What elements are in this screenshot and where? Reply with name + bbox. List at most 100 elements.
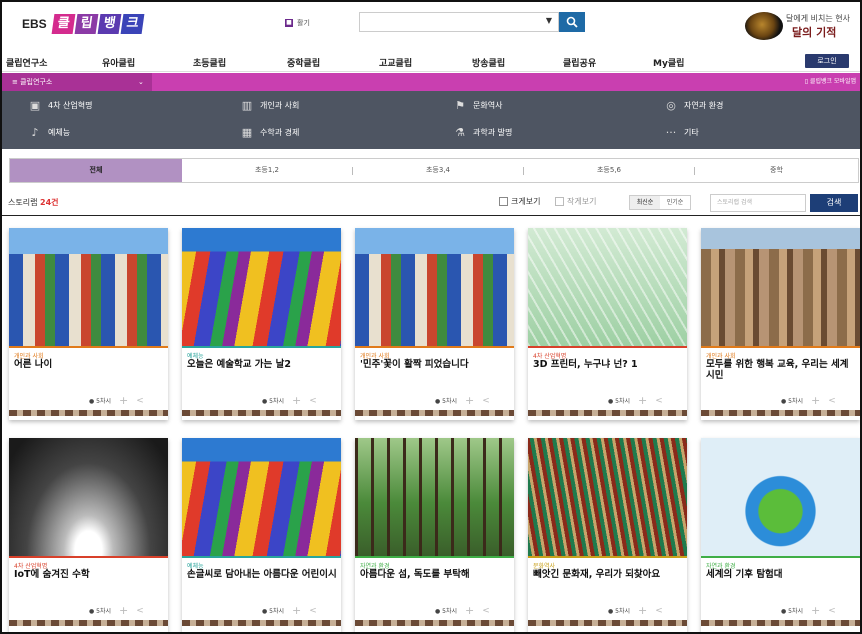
sort-latest-button[interactable]: 최신순 bbox=[630, 196, 660, 209]
category-selector[interactable]: ≡ 클립연구소 ⌄ bbox=[2, 73, 152, 91]
card-lessons-label: 5차시 bbox=[442, 398, 458, 405]
add-icon[interactable]: + bbox=[465, 394, 474, 407]
menu-icon: ≡ bbox=[12, 78, 21, 86]
nav-item-clip-lab[interactable]: 클립연구소 bbox=[6, 56, 47, 69]
card-thumbnail[interactable] bbox=[182, 438, 341, 556]
card-title[interactable]: 모두를 위한 행복 교육, 우리는 세계시민 bbox=[706, 359, 856, 381]
add-icon[interactable]: + bbox=[811, 604, 820, 617]
story-card[interactable]: 예체능 오늘은 예술학교 가는 날2 ● 5차시 + < bbox=[182, 228, 341, 420]
login-button[interactable]: 로그인 bbox=[805, 54, 849, 68]
globe-icon: ◎ bbox=[666, 99, 676, 112]
story-card[interactable]: 개인과 사회 모두를 위한 행복 교육, 우리는 세계시민 ● 5차시 + < bbox=[701, 228, 860, 420]
search-input[interactable]: ▼ bbox=[359, 12, 559, 32]
card-thumbnail[interactable] bbox=[701, 228, 860, 346]
card-title[interactable]: 빼앗긴 문화재, 우리가 되찾아요 bbox=[533, 569, 683, 580]
tab-all[interactable]: 전체 bbox=[10, 159, 182, 182]
card-lessons-label: 5차시 bbox=[442, 608, 458, 615]
share-icon[interactable]: < bbox=[309, 606, 317, 616]
story-search-button[interactable]: 검색 bbox=[810, 194, 858, 212]
add-icon[interactable]: + bbox=[811, 394, 820, 407]
share-icon[interactable]: < bbox=[482, 396, 490, 406]
story-card[interactable]: 자연과 환경 세계의 기후 탐험대 ● 5차시 + < bbox=[701, 438, 860, 632]
card-thumbnail[interactable] bbox=[355, 438, 514, 556]
card-bottom-strip bbox=[182, 620, 341, 626]
category-item-society[interactable]: ▥ 개인과 사회 bbox=[240, 99, 300, 112]
add-icon[interactable]: + bbox=[119, 604, 128, 617]
promo-title[interactable]: 달의 기적 bbox=[792, 24, 836, 40]
story-card[interactable]: 4차 산업혁명 3D 프린터, 누구냐 넌? 1 ● 5차시 + < bbox=[528, 228, 687, 420]
chevron-down-icon: ⌄ bbox=[138, 78, 144, 86]
story-card[interactable]: 개인과 사회 '민주'꽃이 활짝 피었습니다 ● 5차시 + < bbox=[355, 228, 514, 420]
nav-item-share[interactable]: 클립공유 bbox=[563, 56, 596, 69]
card-title[interactable]: 3D 프린터, 누구냐 넌? 1 bbox=[533, 359, 683, 370]
category-label: 개인과 사회 bbox=[260, 101, 300, 110]
share-icon[interactable]: < bbox=[136, 396, 144, 406]
small-view-toggle[interactable]: 작게보기 bbox=[555, 196, 596, 207]
card-thumbnail[interactable] bbox=[701, 438, 860, 556]
category-item-etc[interactable]: ··· 기타 bbox=[664, 126, 699, 139]
story-card[interactable]: 자연과 환경 아름다운 섬, 독도를 부탁해 ● 5차시 + < bbox=[355, 438, 514, 632]
category-item-science[interactable]: ⚗ 과학과 발명 bbox=[453, 126, 512, 139]
card-title[interactable]: 오늘은 예술학교 가는 날2 bbox=[187, 359, 337, 370]
search-dropdown-caret-icon[interactable]: ▼ bbox=[546, 16, 552, 25]
card-bottom-strip bbox=[528, 620, 687, 626]
card-lessons: ● 5차시 bbox=[608, 606, 630, 615]
card-bottom-strip bbox=[355, 410, 514, 416]
category-item-4th-industry[interactable]: ▣ 4차 산업혁명 bbox=[28, 99, 93, 112]
add-icon[interactable]: + bbox=[465, 604, 474, 617]
tab-elem-1-2[interactable]: 초등1,2 bbox=[182, 159, 352, 182]
share-icon[interactable]: < bbox=[136, 606, 144, 616]
card-bottom-strip bbox=[182, 410, 341, 416]
nav-item-broadcast[interactable]: 방송클립 bbox=[472, 56, 505, 69]
card-title[interactable]: '민주'꽃이 활짝 피었습니다 bbox=[360, 359, 510, 370]
category-item-nature[interactable]: ◎ 자연과 환경 bbox=[664, 99, 723, 112]
card-title[interactable]: 어른 나이 bbox=[14, 359, 164, 370]
large-grid-icon bbox=[499, 197, 508, 206]
tab-elem-5-6[interactable]: 초등5,6 bbox=[524, 159, 694, 182]
story-card[interactable]: 예체능 손글씨로 담아내는 아름다운 어린이시 ● 5차시 + < bbox=[182, 438, 341, 632]
card-title[interactable]: 세계의 기후 탐험대 bbox=[706, 569, 856, 580]
story-card[interactable]: 개인과 사회 어른 나이 ● 5차시 + < bbox=[9, 228, 168, 420]
search-button[interactable] bbox=[559, 12, 585, 32]
share-icon[interactable]: < bbox=[655, 606, 663, 616]
tab-middle[interactable]: 중학 bbox=[695, 159, 858, 182]
share-icon[interactable]: < bbox=[828, 606, 836, 616]
add-icon[interactable]: + bbox=[119, 394, 128, 407]
share-icon[interactable]: < bbox=[828, 396, 836, 406]
nav-item-my-clip[interactable]: My클립 bbox=[653, 56, 684, 69]
add-icon[interactable]: + bbox=[292, 394, 301, 407]
guide-link[interactable]: ■ 활기 bbox=[285, 18, 310, 28]
story-card[interactable]: 4차 산업혁명 IoT에 숨겨진 수학 ● 5차시 + < bbox=[9, 438, 168, 632]
mobile-app-link[interactable]: ▯ 클립뱅크 모바일앱 bbox=[805, 73, 856, 91]
nav-item-middle[interactable]: 중학클립 bbox=[287, 56, 320, 69]
card-title[interactable]: 손글씨로 담아내는 아름다운 어린이시 bbox=[187, 569, 337, 580]
category-item-arts[interactable]: ♪ 예체능 bbox=[28, 126, 70, 139]
share-icon[interactable]: < bbox=[655, 396, 663, 406]
card-thumbnail[interactable] bbox=[528, 228, 687, 346]
card-title[interactable]: 아름다운 섬, 독도를 부탁해 bbox=[360, 569, 510, 580]
nav-item-preschool[interactable]: 유아클립 bbox=[102, 56, 135, 69]
add-icon[interactable]: + bbox=[292, 604, 301, 617]
card-thumbnail[interactable] bbox=[528, 438, 687, 556]
card-thumbnail[interactable] bbox=[182, 228, 341, 346]
large-view-toggle[interactable]: 크게보기 bbox=[499, 196, 540, 207]
card-thumbnail[interactable] bbox=[9, 438, 168, 556]
promo-moon-image[interactable] bbox=[745, 12, 783, 40]
share-icon[interactable]: < bbox=[482, 606, 490, 616]
add-icon[interactable]: + bbox=[638, 394, 647, 407]
story-search-input[interactable]: 스토리랩 검색 bbox=[710, 194, 806, 212]
tab-elem-3-4[interactable]: 초등3,4 bbox=[353, 159, 523, 182]
card-thumbnail[interactable] bbox=[9, 228, 168, 346]
nav-item-high[interactable]: 고교클립 bbox=[379, 56, 412, 69]
story-card[interactable]: 문화역사 빼앗긴 문화재, 우리가 되찾아요 ● 5차시 + < bbox=[528, 438, 687, 632]
share-icon[interactable]: < bbox=[309, 396, 317, 406]
category-item-math[interactable]: ▦ 수학과 경제 bbox=[240, 126, 300, 139]
card-title[interactable]: IoT에 숨겨진 수학 bbox=[14, 569, 164, 580]
ebs-clipbank-logo[interactable]: EBS 클 립 뱅 크 bbox=[22, 14, 145, 34]
nav-item-elementary[interactable]: 초등클립 bbox=[193, 56, 226, 69]
sort-popular-button[interactable]: 인기순 bbox=[660, 196, 690, 209]
category-item-culture[interactable]: ⚑ 문화역사 bbox=[453, 99, 502, 112]
card-lessons: ● 5차시 bbox=[435, 606, 457, 615]
card-thumbnail[interactable] bbox=[355, 228, 514, 346]
add-icon[interactable]: + bbox=[638, 604, 647, 617]
